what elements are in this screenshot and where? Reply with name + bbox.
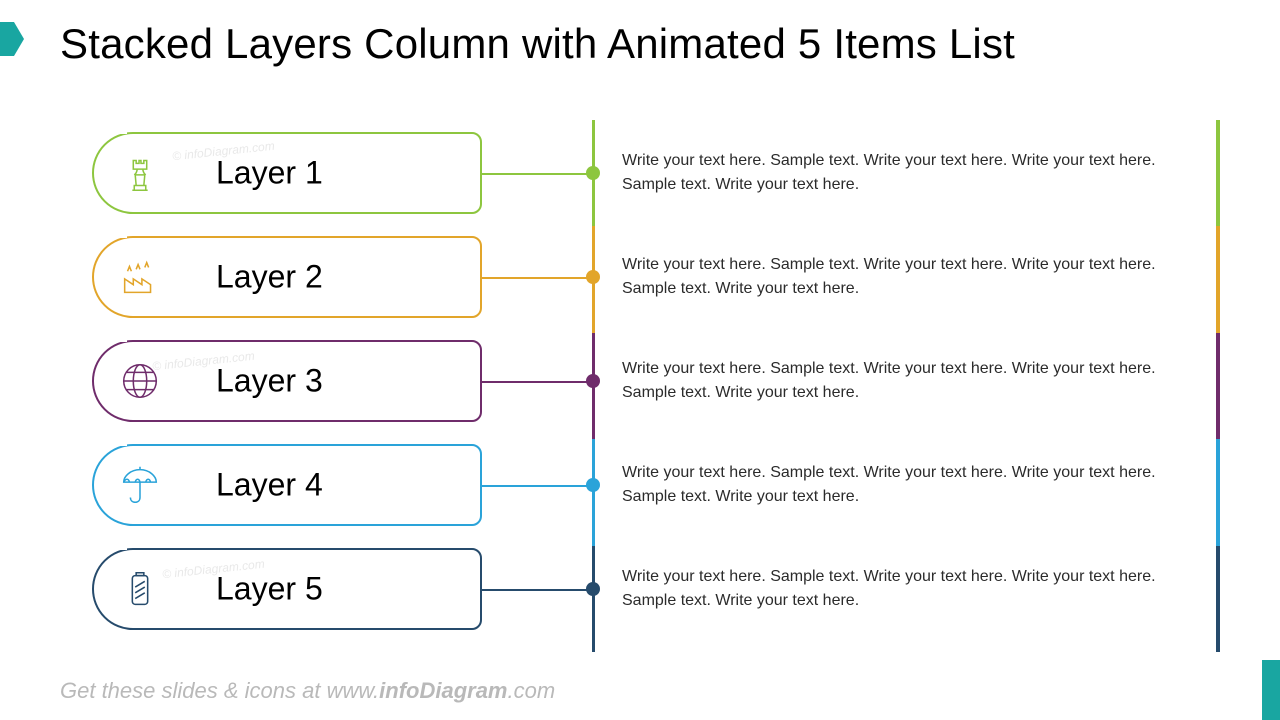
layer-pill-3: Layer 3 xyxy=(92,340,482,422)
timeline-dot-3 xyxy=(586,374,600,388)
battery-icon xyxy=(112,561,168,617)
timeline-dot-2 xyxy=(586,270,600,284)
connector-1 xyxy=(482,173,592,175)
connector-3 xyxy=(482,381,592,383)
layer-desc-2: Write your text here. Sample text. Write… xyxy=(622,253,1182,301)
layer-desc-5: Write your text here. Sample text. Write… xyxy=(622,565,1182,613)
accent-marker-left xyxy=(0,22,14,56)
layer-desc-1: Write your text here. Sample text. Write… xyxy=(622,149,1182,197)
layer-desc-3: Write your text here. Sample text. Write… xyxy=(622,357,1182,405)
footer-attribution: Get these slides & icons at www.infoDiag… xyxy=(60,678,555,704)
diagram-stage: Layer 1 Write your text here. Sample tex… xyxy=(92,132,1220,640)
chess-rook-icon xyxy=(112,145,168,201)
layer-pill-5: Layer 5 xyxy=(92,548,482,630)
connector-2 xyxy=(482,277,592,279)
layer-label: Layer 3 xyxy=(216,363,323,400)
connector-4 xyxy=(482,485,592,487)
connector-5 xyxy=(482,589,592,591)
layer-pill-1: Layer 1 xyxy=(92,132,482,214)
layer-label: Layer 4 xyxy=(216,467,323,504)
factory-icon xyxy=(112,249,168,305)
umbrella-icon xyxy=(112,457,168,513)
layer-pill-4: Layer 4 xyxy=(92,444,482,526)
layer-desc-4: Write your text here. Sample text. Write… xyxy=(622,461,1182,509)
layer-label: Layer 2 xyxy=(216,259,323,296)
timeline-dot-4 xyxy=(586,478,600,492)
globe-icon xyxy=(112,353,168,409)
timeline-dot-1 xyxy=(586,166,600,180)
layer-label: Layer 1 xyxy=(216,155,323,192)
accent-marker-right xyxy=(1262,660,1280,720)
layer-label: Layer 5 xyxy=(216,571,323,608)
timeline-dot-5 xyxy=(586,582,600,596)
slide-title: Stacked Layers Column with Animated 5 It… xyxy=(60,20,1015,68)
layer-pill-2: Layer 2 xyxy=(92,236,482,318)
